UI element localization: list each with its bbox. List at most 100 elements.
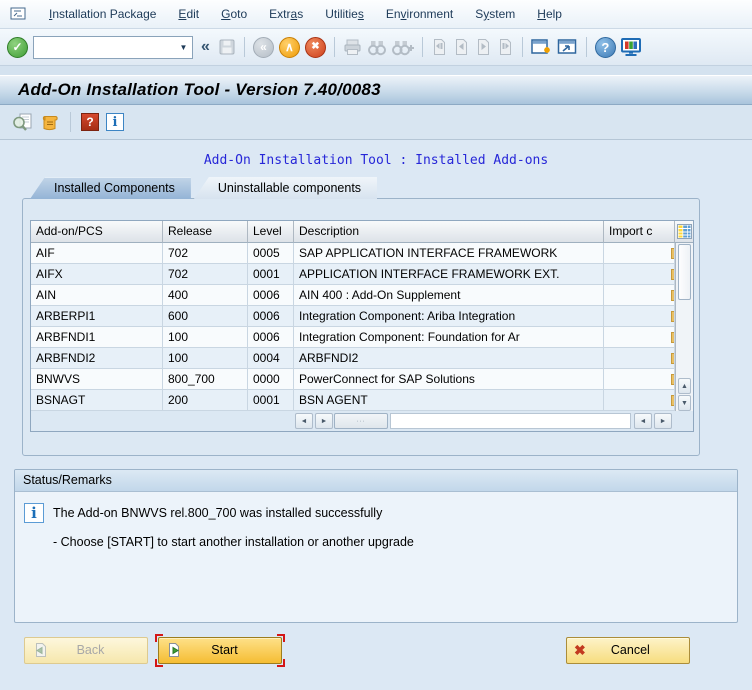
- table-row[interactable]: AIN 400 0006 AIN 400 : Add-On Supplement: [31, 285, 675, 306]
- find-next-icon[interactable]: [392, 39, 414, 56]
- cell-release[interactable]: 100: [163, 327, 248, 348]
- column-header-level[interactable]: Level: [248, 221, 294, 243]
- help-book-icon[interactable]: ?: [81, 113, 99, 131]
- save-icon[interactable]: [218, 38, 236, 56]
- cell-addon[interactable]: BNWVS: [31, 369, 163, 390]
- table-row[interactable]: BSNAGT 200 0001 BSN AGENT: [31, 390, 675, 411]
- collapse-toolbar-icon[interactable]: «: [198, 38, 213, 56]
- table-row[interactable]: AIFX 702 0001 APPLICATION INTERFACE FRAM…: [31, 264, 675, 285]
- system-menu-icon[interactable]: [10, 7, 30, 21]
- column-header-addon[interactable]: Add-on/PCS: [31, 221, 163, 243]
- info-icon[interactable]: i: [106, 113, 124, 131]
- scroll-left-icon[interactable]: ◄: [295, 413, 313, 429]
- cell-level[interactable]: 0001: [248, 264, 294, 285]
- cell-level[interactable]: 0004: [248, 348, 294, 369]
- cell-level[interactable]: 0000: [248, 369, 294, 390]
- back-button[interactable]: Back: [24, 637, 148, 664]
- cell-release[interactable]: 200: [163, 390, 248, 411]
- cancel-button[interactable]: ✖ Cancel: [566, 637, 690, 664]
- table-configuration-icon[interactable]: [675, 221, 693, 243]
- table-row[interactable]: ARBFNDI2 100 0004 ARBFNDI2: [31, 348, 675, 369]
- cell-addon[interactable]: BSNAGT: [31, 390, 163, 411]
- menu-system[interactable]: System: [464, 3, 526, 25]
- scroll-right-icon[interactable]: ►: [315, 413, 333, 429]
- cell-level[interactable]: 0006: [248, 306, 294, 327]
- next-page-icon[interactable]: [475, 38, 492, 56]
- menu-installation-package[interactable]: Installation Package: [38, 3, 167, 25]
- cancel-icon[interactable]: ✖: [305, 37, 326, 58]
- scroll-up-icon[interactable]: ▲: [678, 378, 691, 394]
- cell-addon[interactable]: AIN: [31, 285, 163, 306]
- cell-release[interactable]: 702: [163, 264, 248, 285]
- create-shortcut-icon[interactable]: [557, 38, 578, 56]
- column-header-import[interactable]: Import c: [604, 221, 675, 243]
- horizontal-scrollbar-track[interactable]: [390, 413, 631, 429]
- cell-description[interactable]: Integration Component: Ariba Integration: [294, 306, 604, 327]
- cell-addon[interactable]: AIF: [31, 243, 163, 264]
- cell-level[interactable]: 0006: [248, 327, 294, 348]
- table-row[interactable]: ARBERPI1 600 0006 Integration Component:…: [31, 306, 675, 327]
- tab-installed-components[interactable]: Installed Components: [30, 177, 191, 199]
- column-header-description[interactable]: Description: [294, 221, 604, 243]
- menu-goto[interactable]: Goto: [210, 3, 258, 25]
- enter-icon[interactable]: ✓: [7, 37, 28, 58]
- logs-icon[interactable]: [40, 113, 60, 132]
- cell-description[interactable]: APPLICATION INTERFACE FRAMEWORK EXT.: [294, 264, 604, 285]
- cell-release[interactable]: 800_700: [163, 369, 248, 390]
- first-page-icon[interactable]: [431, 38, 448, 56]
- table-row[interactable]: BNWVS 800_700 0000 PowerConnect for SAP …: [31, 369, 675, 390]
- cell-import[interactable]: [604, 306, 675, 327]
- exit-icon[interactable]: ∧: [279, 37, 300, 58]
- vertical-scrollbar[interactable]: ▲ ▼: [675, 243, 693, 411]
- cell-level[interactable]: 0001: [248, 390, 294, 411]
- cell-level[interactable]: 0006: [248, 285, 294, 306]
- horizontal-scrollbar-thumb[interactable]: ∙∙∙: [334, 413, 388, 429]
- back-icon[interactable]: «: [253, 37, 274, 58]
- command-input[interactable]: [34, 37, 175, 58]
- cell-release[interactable]: 702: [163, 243, 248, 264]
- new-session-icon[interactable]: [531, 38, 552, 56]
- cell-import[interactable]: [604, 369, 675, 390]
- menu-extras[interactable]: Extras: [258, 3, 314, 25]
- cell-description[interactable]: SAP APPLICATION INTERFACE FRAMEWORK: [294, 243, 604, 264]
- cell-import[interactable]: [604, 390, 675, 411]
- table-row[interactable]: ARBFNDI1 100 0006 Integration Component:…: [31, 327, 675, 348]
- cell-description[interactable]: Integration Component: Foundation for Ar: [294, 327, 604, 348]
- cell-release[interactable]: 100: [163, 348, 248, 369]
- cell-import[interactable]: [604, 327, 675, 348]
- table-row[interactable]: AIF 702 0005 SAP APPLICATION INTERFACE F…: [31, 243, 675, 264]
- cell-addon[interactable]: ARBERPI1: [31, 306, 163, 327]
- scroll-left-icon[interactable]: ◄: [634, 413, 652, 429]
- scroll-down-icon[interactable]: ▼: [678, 395, 691, 411]
- print-icon[interactable]: [343, 39, 362, 56]
- cell-addon[interactable]: ARBFNDI2: [31, 348, 163, 369]
- menu-edit[interactable]: Edit: [167, 3, 210, 25]
- cell-import[interactable]: [604, 285, 675, 306]
- cell-description[interactable]: AIN 400 : Add-On Supplement: [294, 285, 604, 306]
- cell-release[interactable]: 400: [163, 285, 248, 306]
- menu-help[interactable]: Help: [526, 3, 573, 25]
- cell-import[interactable]: [604, 243, 675, 264]
- menu-environment[interactable]: Environment: [375, 3, 464, 25]
- cell-addon[interactable]: ARBFNDI1: [31, 327, 163, 348]
- cell-description[interactable]: PowerConnect for SAP Solutions: [294, 369, 604, 390]
- cell-level[interactable]: 0005: [248, 243, 294, 264]
- column-header-release[interactable]: Release: [163, 221, 248, 243]
- help-icon[interactable]: ?: [595, 37, 616, 58]
- display-icon[interactable]: [12, 113, 33, 132]
- cell-import[interactable]: [604, 348, 675, 369]
- last-page-icon[interactable]: [497, 38, 514, 56]
- cell-import[interactable]: [604, 264, 675, 285]
- start-button[interactable]: Start: [158, 637, 282, 664]
- command-dropdown-icon[interactable]: ▼: [175, 37, 192, 58]
- tab-uninstallable-components[interactable]: Uninstallable components: [194, 177, 377, 199]
- cell-release[interactable]: 600: [163, 306, 248, 327]
- scroll-right-icon[interactable]: ►: [654, 413, 672, 429]
- cell-description[interactable]: BSN AGENT: [294, 390, 604, 411]
- vertical-scrollbar-thumb[interactable]: [678, 244, 691, 300]
- cell-description[interactable]: ARBFNDI2: [294, 348, 604, 369]
- previous-page-icon[interactable]: [453, 38, 470, 56]
- cell-addon[interactable]: AIFX: [31, 264, 163, 285]
- customize-layout-icon[interactable]: [621, 38, 642, 57]
- find-icon[interactable]: [367, 39, 387, 56]
